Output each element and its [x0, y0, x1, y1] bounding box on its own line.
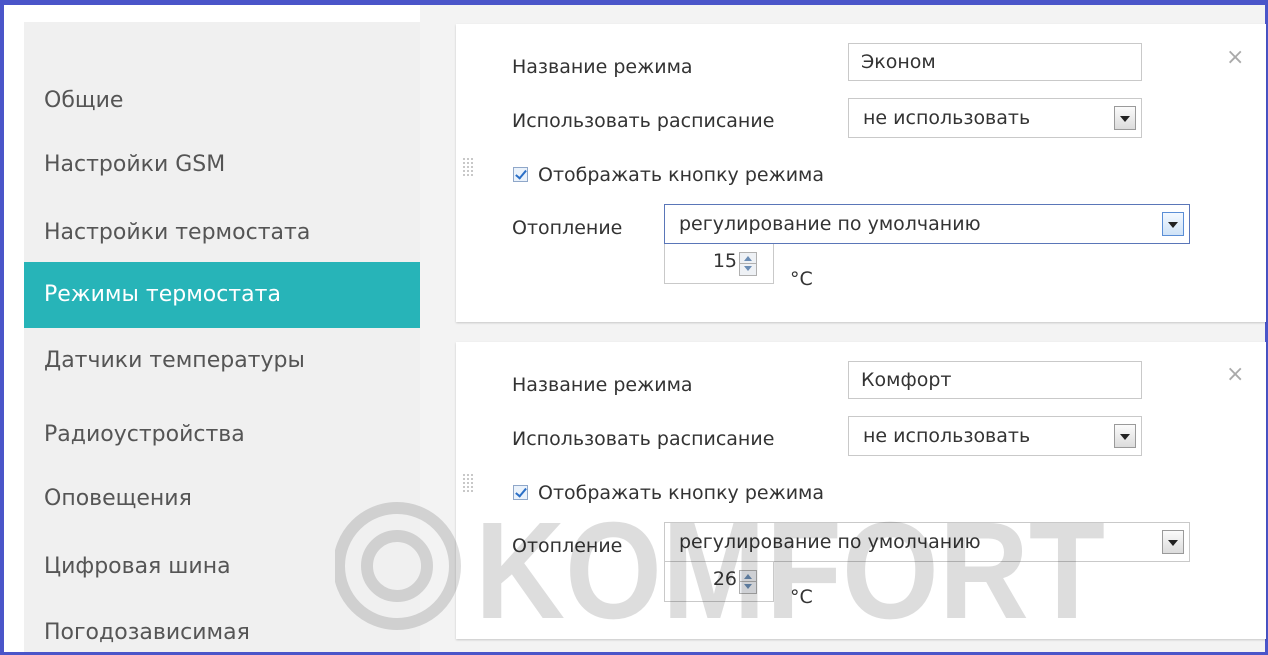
heating-select[interactable]: регулирование по умолчанию — [664, 522, 1190, 562]
sidebar-item-weather-dependent[interactable]: Погодозависимая — [24, 600, 420, 652]
chevron-down-icon[interactable] — [1162, 212, 1184, 236]
schedule-label: Использовать расписание — [512, 428, 775, 450]
temperature-value: 15 — [712, 250, 737, 272]
sidebar-item-gsm-settings[interactable]: Настройки GSM — [24, 132, 420, 198]
chevron-down-icon[interactable] — [1162, 530, 1184, 554]
schedule-select[interactable]: не использовать — [848, 416, 1142, 456]
sidebar-item-label: Радиоустройства — [44, 422, 245, 447]
temperature-unit: °C — [790, 268, 813, 290]
drag-handle-icon[interactable] — [463, 158, 479, 182]
sidebar-item-label: Режимы термостата — [44, 282, 281, 307]
chevron-down-icon[interactable] — [1114, 106, 1136, 130]
close-icon[interactable]: × — [1226, 364, 1244, 386]
close-icon[interactable]: × — [1226, 47, 1244, 69]
sidebar-item-label: Погодозависимая — [44, 620, 250, 645]
sidebar-item-notifications[interactable]: Оповещения — [24, 466, 420, 532]
schedule-label: Использовать расписание — [512, 110, 775, 132]
temperature-stepper[interactable]: 15 — [664, 244, 774, 284]
sidebar-item-thermostat-settings[interactable]: Настройки термостата — [24, 200, 420, 266]
sidebar-item-radio-devices[interactable]: Радиоустройства — [24, 402, 420, 468]
schedule-select-value: не использовать — [863, 107, 1031, 129]
sidebar-item-thermostat-modes[interactable]: Режимы термостата — [24, 262, 420, 328]
heating-select[interactable]: регулирование по умолчанию — [664, 204, 1190, 244]
mode-card: × Название режима Использовать расписани… — [456, 24, 1266, 322]
mode-name-label: Название режима — [512, 56, 693, 78]
sidebar-item-label: Цифровая шина — [44, 554, 231, 579]
heating-label: Отопление — [512, 217, 623, 239]
mode-name-input[interactable] — [848, 361, 1142, 399]
chevron-down-icon[interactable] — [1114, 424, 1136, 448]
schedule-select-value: не использовать — [863, 425, 1031, 447]
heating-label: Отопление — [512, 535, 623, 557]
mode-name-input[interactable] — [848, 43, 1142, 81]
show-mode-button-label: Отображать кнопку режима — [538, 482, 825, 504]
mode-card: × Название режима Использовать расписани… — [456, 342, 1266, 639]
sidebar-item-label: Датчики температуры — [44, 348, 305, 373]
drag-handle-icon[interactable] — [463, 474, 479, 498]
sidebar-item-label: Общие — [44, 88, 124, 113]
heating-select-value: регулирование по умолчанию — [679, 531, 981, 553]
spinner-arrows-icon[interactable] — [739, 570, 757, 594]
sidebar-item-general[interactable]: Общие — [24, 68, 420, 134]
schedule-select[interactable]: не использовать — [848, 98, 1142, 138]
heating-select-value: регулирование по умолчанию — [679, 213, 981, 235]
show-mode-button-checkbox[interactable] — [513, 485, 528, 500]
sidebar-item-label: Настройки термостата — [44, 220, 311, 245]
temperature-unit: °C — [790, 586, 813, 608]
sidebar-item-label: Оповещения — [44, 486, 192, 511]
sidebar: Общие Настройки GSM Настройки термостата… — [24, 22, 420, 652]
temperature-stepper[interactable]: 26 — [664, 562, 774, 602]
sidebar-item-digital-bus[interactable]: Цифровая шина — [24, 534, 420, 600]
temperature-value: 26 — [712, 568, 737, 590]
sidebar-item-label: Настройки GSM — [44, 152, 226, 177]
sidebar-item-temperature-sensors[interactable]: Датчики температуры — [24, 328, 420, 394]
show-mode-button-label: Отображать кнопку режима — [538, 164, 825, 186]
show-mode-button-checkbox[interactable] — [513, 167, 528, 182]
spinner-arrows-icon[interactable] — [739, 252, 757, 276]
mode-name-label: Название режима — [512, 374, 693, 396]
